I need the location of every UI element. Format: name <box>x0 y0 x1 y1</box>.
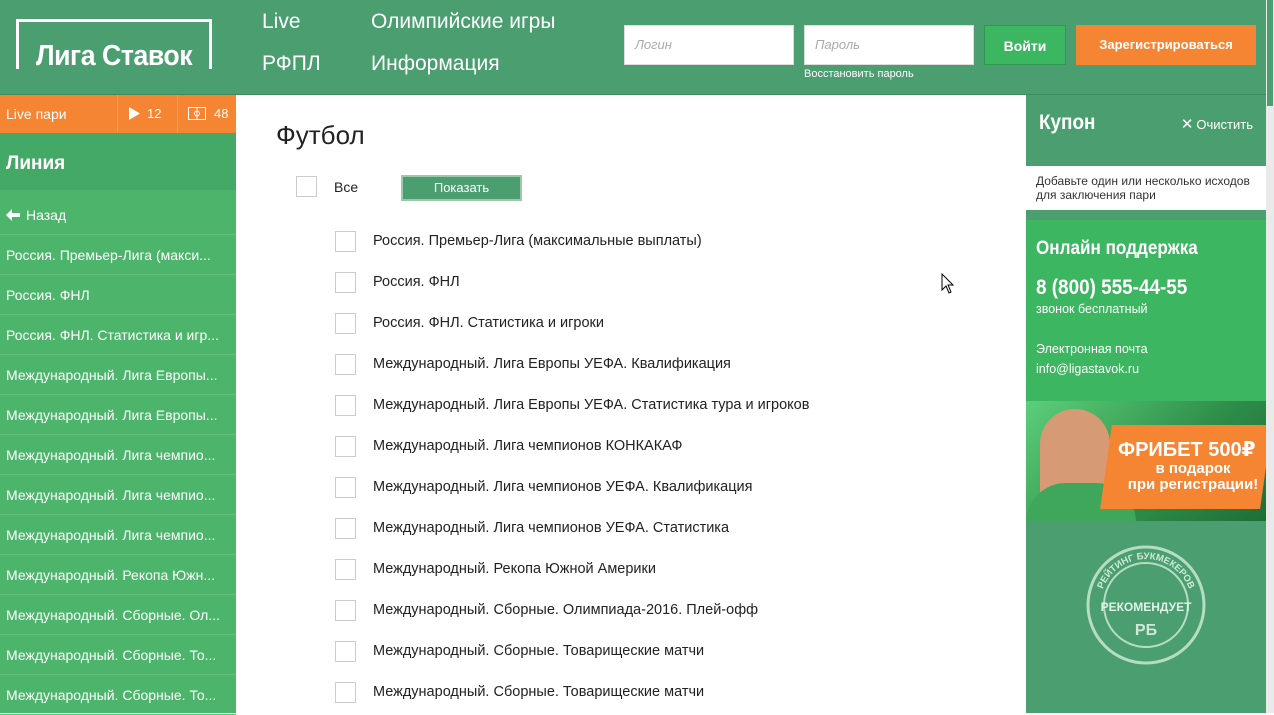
sidebar-item[interactable]: Россия. ФНЛ <box>0 275 236 315</box>
live-video-number: 12 <box>147 106 162 121</box>
league-label[interactable]: Международный. Сборные. Товарищеские мат… <box>373 684 704 700</box>
mouse-cursor-icon <box>941 273 955 294</box>
login-input[interactable]: Логин <box>624 25 794 65</box>
sidebar: Live пари 12 48 Линия Назад Россия. Прем… <box>0 95 236 715</box>
sidebar-item[interactable]: Международный. Сборные. Ол... <box>0 595 236 635</box>
sidebar-item[interactable]: Международный. Лига чемпио... <box>0 475 236 515</box>
page-scrollbar[interactable] <box>1266 0 1274 713</box>
sidebar-item[interactable]: Международный. Лига чемпио... <box>0 515 236 555</box>
sidebar-item[interactable]: Международный. Сборные. То... <box>0 635 236 675</box>
coupon-header: Купон ✕ Очистить <box>1026 95 1266 166</box>
restore-password-link[interactable]: Восстановить пароль <box>804 68 914 80</box>
league-label[interactable]: Международный. Лига чемпионов УЕФА. Квал… <box>373 479 753 495</box>
sidebar-item[interactable]: Международный. Лига чемпио... <box>0 435 236 475</box>
league-checkbox[interactable] <box>335 231 356 252</box>
league-label[interactable]: Россия. ФНЛ <box>373 274 460 290</box>
logo[interactable]: Лига Ставок <box>16 19 212 72</box>
coupon-title: Купон <box>1039 111 1096 134</box>
league-label[interactable]: Международный. Лига чемпионов УЕФА. Стат… <box>373 520 729 536</box>
select-all-label[interactable]: Все <box>334 179 358 195</box>
seal-mid-text: РЕКОМЕНДУЕТ <box>1101 600 1192 614</box>
freebet-banner[interactable]: ФРИБЕТ 500₽ в подарок при регистрации! <box>1026 401 1266 521</box>
sidebar-item[interactable]: Международный. Сборные. То... <box>0 675 236 715</box>
svg-text:РЕЙТИНГ БУКМЕКЕРОВ: РЕЙТИНГ БУКМЕКЕРОВ <box>1095 551 1196 591</box>
league-checkbox[interactable] <box>335 518 356 539</box>
league-label[interactable]: Россия. ФНЛ. Статистика и игроки <box>373 315 604 331</box>
league-checkbox[interactable] <box>335 436 356 457</box>
league-label[interactable]: Международный. Сборные. Олимпиада-2016. … <box>373 602 758 618</box>
sidebar-item[interactable]: Россия. ФНЛ. Статистика и игр... <box>0 315 236 355</box>
rating-seal-icon[interactable]: РЕЙТИНГ БУКМЕКЕРОВ РЕКОМЕНДУЕТ РБ <box>1086 545 1206 665</box>
sidebar-item[interactable]: Международный. Лига Европы... <box>0 395 236 435</box>
league-checkbox[interactable] <box>335 313 356 334</box>
nav-olympics[interactable]: Олимпийские игры <box>371 10 555 34</box>
select-all-checkbox[interactable] <box>296 176 317 197</box>
banner-line2: в подарок <box>1155 460 1231 477</box>
support-email[interactable]: info@ligastavok.ru <box>1036 362 1256 376</box>
live-video-count[interactable]: 12 <box>117 95 176 133</box>
live-stats-count[interactable]: 48 <box>177 95 236 133</box>
live-stats-number: 48 <box>214 106 229 121</box>
league-label[interactable]: Международный. Рекопа Южной Америки <box>373 561 656 577</box>
banner-line3: при регистрации! <box>1127 476 1259 493</box>
close-icon: ✕ <box>1180 116 1194 133</box>
scrollbar-thumb[interactable] <box>1267 0 1273 106</box>
banner-line1: ФРИБЕТ 500₽ <box>1118 439 1256 461</box>
email-label: Электронная почта <box>1036 342 1148 356</box>
sidebar-item[interactable]: Международный. Рекопа Южн... <box>0 555 236 595</box>
sidebar-item[interactable]: Международный. Лига Европы... <box>0 355 236 395</box>
section-title: Линия <box>0 133 236 190</box>
league-label[interactable]: Международный. Лига чемпионов КОНКАКАФ <box>373 438 682 454</box>
support-title: Онлайн поддержка <box>1036 238 1198 259</box>
league-checkbox[interactable] <box>335 559 356 580</box>
header: Лига Ставок Live Олимпийские игры РФПЛ И… <box>0 0 1266 95</box>
main-content: Футбол Все Показать Россия. Премьер-Лига… <box>236 95 1026 713</box>
register-button[interactable]: Зарегистрироваться <box>1076 25 1256 65</box>
sidebar-item[interactable]: Россия. Премьер-Лига (макси... <box>0 235 236 275</box>
league-label[interactable]: Международный. Лига Европы УЕФА. Статист… <box>373 397 809 413</box>
league-checkbox[interactable] <box>335 641 356 662</box>
coupon-panel: Купон ✕ Очистить Добавьте один или нескол… <box>1026 95 1266 713</box>
league-checkbox[interactable] <box>335 272 356 293</box>
league-label[interactable]: Международный. Лига Европы УЕФА. Квалифи… <box>373 356 731 372</box>
league-checkbox[interactable] <box>335 600 356 621</box>
show-button[interactable]: Показать <box>401 175 522 201</box>
page-title: Футбол <box>276 120 365 150</box>
live-bar[interactable]: Live пари 12 48 <box>0 95 236 133</box>
back-link[interactable]: Назад <box>0 195 236 235</box>
banner-line2-3: в подарок при регистрации! <box>1118 461 1266 493</box>
support-block: Онлайн поддержка 8 (800) 555-44-55 звоно… <box>1026 220 1266 401</box>
support-phone[interactable]: 8 (800) 555-44-55 <box>1036 276 1234 300</box>
live-label[interactable]: Live пари <box>6 106 67 122</box>
field-icon <box>188 107 206 120</box>
nav-info[interactable]: Информация <box>371 52 500 76</box>
coupon-hint: Добавьте один или несколько исходов для … <box>1026 166 1266 210</box>
clear-label: Очистить <box>1196 117 1253 132</box>
login-button[interactable]: Войти <box>984 25 1066 65</box>
play-icon <box>129 107 140 120</box>
clear-coupon-button[interactable]: ✕ Очистить <box>1181 115 1253 133</box>
nav-live[interactable]: Live <box>262 10 301 34</box>
arrow-left-icon <box>6 209 20 221</box>
league-checkbox[interactable] <box>335 395 356 416</box>
back-label: Назад <box>26 207 67 223</box>
league-checkbox[interactable] <box>335 354 356 375</box>
seal-top-text: РЕЙТИНГ БУКМЕКЕРОВ <box>1095 551 1196 591</box>
seal-logo-text: РБ <box>1135 622 1157 639</box>
league-label[interactable]: Международный. Сборные. Товарищеские мат… <box>373 643 704 659</box>
league-checkbox[interactable] <box>335 477 356 498</box>
league-label[interactable]: Россия. Премьер-Лига (максимальные выпла… <box>373 233 702 249</box>
password-input[interactable]: Пароль <box>804 25 974 65</box>
logo-text: Лига Ставок <box>35 40 193 72</box>
phone-note: звонок бесплатный <box>1036 302 1148 316</box>
league-checkbox[interactable] <box>335 682 356 703</box>
nav-rfpl[interactable]: РФПЛ <box>262 52 321 76</box>
